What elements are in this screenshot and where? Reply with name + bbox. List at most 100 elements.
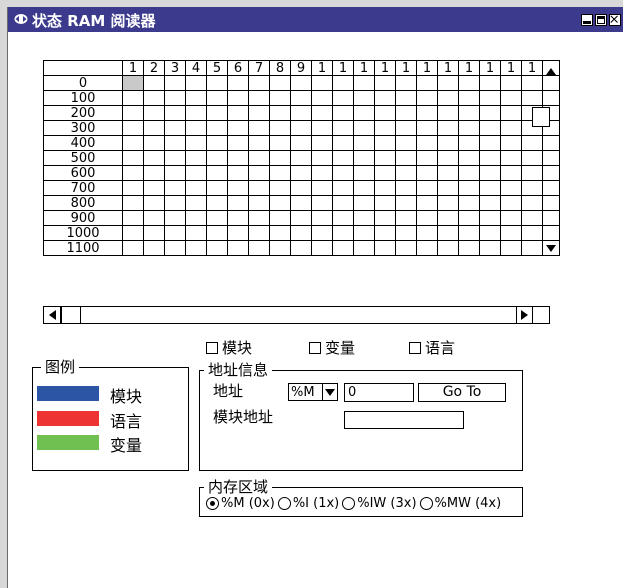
- ram-cell[interactable]: [122, 225, 144, 241]
- ram-cell[interactable]: [458, 150, 480, 166]
- ram-cell[interactable]: [122, 210, 144, 226]
- ram-cell[interactable]: [206, 240, 228, 256]
- ram-cell[interactable]: [185, 165, 207, 181]
- ram-cell[interactable]: [500, 105, 522, 121]
- horizontal-scrollbar[interactable]: [43, 306, 550, 324]
- ram-cell[interactable]: [479, 180, 501, 196]
- ram-cell[interactable]: [143, 90, 165, 106]
- ram-cell[interactable]: [353, 240, 375, 256]
- ram-cell[interactable]: [164, 120, 186, 136]
- ram-cell[interactable]: [269, 210, 291, 226]
- ram-cell[interactable]: [164, 135, 186, 151]
- ram-cell[interactable]: [332, 195, 354, 211]
- ram-cell[interactable]: [395, 75, 417, 91]
- ram-cell[interactable]: [248, 180, 270, 196]
- ram-cell[interactable]: [206, 165, 228, 181]
- ram-cell[interactable]: [269, 225, 291, 241]
- ram-cell[interactable]: [500, 240, 522, 256]
- ram-cell[interactable]: [500, 90, 522, 106]
- ram-cell[interactable]: [290, 180, 312, 196]
- ram-cell[interactable]: [143, 135, 165, 151]
- ram-cell[interactable]: [521, 210, 543, 226]
- ram-cell[interactable]: [479, 225, 501, 241]
- ram-cell[interactable]: [332, 135, 354, 151]
- ram-cell[interactable]: [458, 75, 480, 91]
- vertical-scroll-thumb[interactable]: [532, 107, 550, 127]
- ram-cell[interactable]: [164, 195, 186, 211]
- ram-cell[interactable]: [227, 195, 249, 211]
- horizontal-scroll-thumb[interactable]: [61, 307, 81, 323]
- ram-cell[interactable]: [290, 105, 312, 121]
- ram-cell[interactable]: [458, 180, 480, 196]
- ram-cell[interactable]: [395, 240, 417, 256]
- ram-cell[interactable]: [206, 90, 228, 106]
- ram-cell[interactable]: [374, 210, 396, 226]
- ram-cell[interactable]: [374, 225, 396, 241]
- ram-cell[interactable]: [122, 195, 144, 211]
- ram-cell[interactable]: [248, 225, 270, 241]
- ram-cell[interactable]: [290, 135, 312, 151]
- ram-cell[interactable]: [437, 165, 459, 181]
- ram-cell[interactable]: [374, 90, 396, 106]
- address-type-select[interactable]: %M: [288, 383, 338, 401]
- ram-cell[interactable]: [437, 75, 459, 91]
- ram-cell[interactable]: [290, 120, 312, 136]
- ram-cell[interactable]: [311, 240, 333, 256]
- ram-cell[interactable]: [269, 180, 291, 196]
- ram-cell[interactable]: [269, 240, 291, 256]
- ram-cell[interactable]: [311, 105, 333, 121]
- scroll-left-button[interactable]: [44, 307, 61, 323]
- ram-cell[interactable]: [269, 75, 291, 91]
- ram-cell[interactable]: [458, 195, 480, 211]
- ram-cell[interactable]: [248, 135, 270, 151]
- ram-cell[interactable]: [164, 150, 186, 166]
- ram-cell[interactable]: [416, 135, 438, 151]
- ram-cell[interactable]: [185, 105, 207, 121]
- ram-cell[interactable]: [416, 180, 438, 196]
- ram-cell[interactable]: [143, 225, 165, 241]
- ram-cell[interactable]: [122, 120, 144, 136]
- ram-cell[interactable]: [164, 240, 186, 256]
- ram-cell[interactable]: [311, 75, 333, 91]
- ram-cell[interactable]: [248, 195, 270, 211]
- ram-cell[interactable]: [311, 210, 333, 226]
- ram-cell[interactable]: [479, 210, 501, 226]
- ram-cell[interactable]: [290, 75, 312, 91]
- ram-cell[interactable]: [185, 195, 207, 211]
- ram-cell[interactable]: [122, 90, 144, 106]
- ram-cell[interactable]: [437, 90, 459, 106]
- ram-cell[interactable]: [122, 75, 144, 91]
- vertical-scroll-track[interactable]: [542, 210, 560, 226]
- ram-cell[interactable]: [521, 90, 543, 106]
- ram-cell[interactable]: [290, 150, 312, 166]
- ram-cell[interactable]: [458, 90, 480, 106]
- ram-cell[interactable]: [311, 180, 333, 196]
- vertical-scroll-track[interactable]: [542, 225, 560, 241]
- ram-cell[interactable]: [416, 75, 438, 91]
- ram-cell[interactable]: [122, 180, 144, 196]
- ram-cell[interactable]: [164, 165, 186, 181]
- ram-cell[interactable]: [332, 75, 354, 91]
- ram-cell[interactable]: [395, 135, 417, 151]
- vertical-scroll-track[interactable]: [542, 195, 560, 211]
- ram-cell[interactable]: [332, 180, 354, 196]
- ram-cell[interactable]: [269, 195, 291, 211]
- ram-cell[interactable]: [353, 135, 375, 151]
- ram-cell[interactable]: [500, 135, 522, 151]
- ram-cell[interactable]: [269, 150, 291, 166]
- ram-cell[interactable]: [437, 135, 459, 151]
- ram-cell[interactable]: [122, 165, 144, 181]
- ram-cell[interactable]: [500, 210, 522, 226]
- ram-cell[interactable]: [185, 75, 207, 91]
- ram-cell[interactable]: [500, 180, 522, 196]
- ram-cell[interactable]: [122, 150, 144, 166]
- ram-cell[interactable]: [416, 120, 438, 136]
- filter-language[interactable]: 语言: [409, 337, 455, 358]
- ram-cell[interactable]: [185, 120, 207, 136]
- ram-cell[interactable]: [500, 120, 522, 136]
- ram-cell[interactable]: [416, 150, 438, 166]
- ram-cell[interactable]: [248, 105, 270, 121]
- ram-cell[interactable]: [185, 180, 207, 196]
- vertical-scroll-track[interactable]: [542, 135, 560, 151]
- variable-checkbox[interactable]: [309, 341, 321, 354]
